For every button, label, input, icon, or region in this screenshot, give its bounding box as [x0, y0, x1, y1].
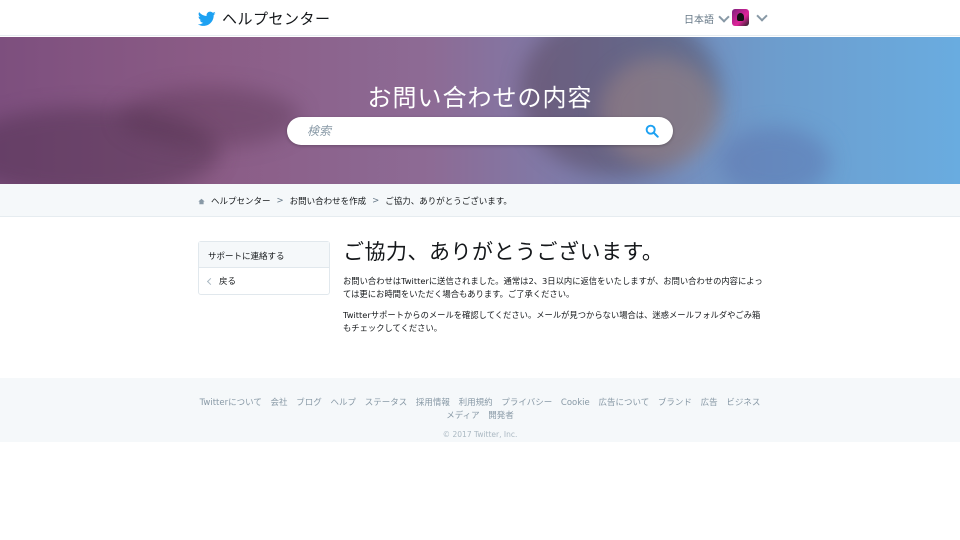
home-icon [198, 198, 205, 204]
chevron-down-icon [718, 10, 730, 23]
search-bar [287, 117, 673, 145]
breadcrumb-item-current: ご協力、ありがとうございます。 [385, 197, 512, 207]
footer-link-cookie[interactable]: Cookie [561, 398, 590, 408]
footer: Twitterについて 会社 ブログ ヘルプ ステータス 採用情報 利用規約 プ… [0, 378, 960, 442]
breadcrumb-item-help-center[interactable]: ヘルプセンター [211, 195, 271, 207]
footer-link-brand[interactable]: ブランド [658, 398, 692, 408]
top-navigation: ヘルプセンター 日本語 [0, 0, 960, 36]
hero-banner: お問い合わせの内容 [0, 37, 960, 184]
twitter-bird-icon [198, 11, 216, 26]
breadcrumb-separator: > [276, 196, 284, 206]
footer-link-status[interactable]: ステータス [365, 398, 408, 408]
account-menu[interactable] [732, 9, 768, 26]
breadcrumb: ヘルプセンター > お問い合わせを作成 > ご協力、ありがとうございます。 [198, 195, 512, 207]
chevron-left-icon [206, 277, 215, 285]
breadcrumb-item-create-request[interactable]: お問い合わせを作成 [290, 195, 367, 207]
footer-links: Twitterについて 会社 ブログ ヘルプ ステータス 採用情報 利用規約 プ… [190, 397, 770, 423]
breadcrumb-bar: ヘルプセンター > お問い合わせを作成 > ご協力、ありがとうございます。 [0, 184, 960, 217]
page-title: ご協力、ありがとうございます。 [343, 240, 664, 264]
search-icon[interactable] [645, 124, 659, 138]
footer-link-media[interactable]: メディア [446, 411, 479, 421]
footer-link-about[interactable]: Twitterについて [200, 398, 262, 408]
footer-link-blog[interactable]: ブログ [296, 398, 322, 408]
language-label: 日本語 [684, 15, 714, 26]
language-selector[interactable]: 日本語 [684, 10, 730, 26]
back-link[interactable]: 戻る [199, 268, 329, 294]
brand-link[interactable]: ヘルプセンター [198, 8, 331, 29]
sidebar: サポートに連絡する 戻る [198, 241, 330, 295]
main-content: ご協力、ありがとうございます。 お問い合わせはTwitterに送信されました。通… [343, 236, 763, 335]
footer-link-company[interactable]: 会社 [271, 398, 288, 408]
search-input[interactable] [307, 124, 645, 138]
footer-link-developers[interactable]: 開発者 [488, 411, 514, 421]
footer-link-jobs[interactable]: 採用情報 [416, 398, 450, 408]
footer-link-terms[interactable]: 利用規約 [459, 398, 493, 408]
copyright: © 2017 Twitter, Inc. [442, 430, 518, 439]
avatar [732, 9, 749, 26]
confirmation-paragraph: お問い合わせはTwitterに送信されました。通常は2、3日以内に返信をいたしま… [343, 276, 763, 299]
footer-link-advertise[interactable]: 広告 [701, 398, 718, 408]
footer-link-ads-info[interactable]: 広告について [598, 398, 649, 408]
footer-link-privacy[interactable]: プライバシー [501, 398, 552, 408]
email-check-paragraph: Twitterサポートからのメールを確認してください。メールが見つからない場合は… [343, 310, 761, 333]
back-label: 戻る [219, 277, 237, 287]
breadcrumb-separator: > [372, 196, 380, 206]
sidebar-heading: サポートに連絡する [199, 242, 329, 268]
hero-title: お問い合わせの内容 [367, 84, 593, 112]
footer-link-help[interactable]: ヘルプ [330, 398, 356, 408]
footer-link-business[interactable]: ビジネス [726, 398, 760, 408]
brand-title: ヘルプセンター [222, 10, 331, 28]
chevron-down-icon [756, 9, 768, 22]
